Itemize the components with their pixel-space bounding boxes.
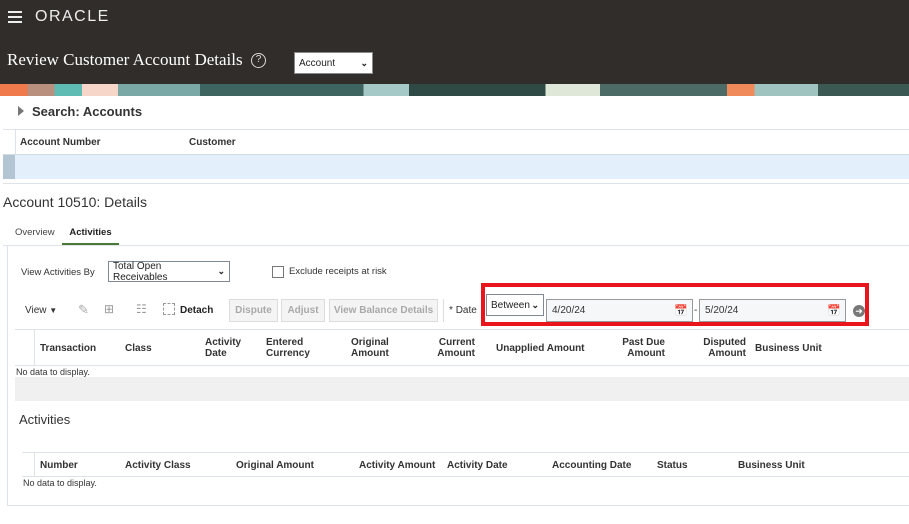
chevron-down-icon: ⌄ (360, 57, 368, 68)
calendar-icon[interactable]: 📅 (674, 304, 688, 317)
column-header[interactable]: Status (657, 460, 688, 471)
row-selector[interactable] (3, 155, 15, 179)
column-header[interactable]: Business Unit (738, 460, 805, 471)
column-header[interactable]: Unapplied Amount (496, 343, 585, 354)
view-select[interactable]: Account ⌄ (294, 52, 373, 74)
column-header[interactable]: Activity Date (205, 337, 245, 359)
expand-icon[interactable] (18, 106, 24, 116)
column-header[interactable]: Accounting Date (552, 460, 631, 471)
date-from-value: 4/20/24 (552, 305, 586, 316)
view-menu[interactable]: View ▼ (25, 305, 57, 316)
dispute-button[interactable]: Dispute (229, 299, 278, 322)
detach-icon[interactable] (163, 303, 175, 315)
date-to-input[interactable]: 5/20/24 📅 (699, 299, 846, 322)
table-footer (15, 377, 909, 401)
filter-icon[interactable]: ☷ (136, 302, 147, 316)
chevron-down-icon: ⌄ (531, 299, 539, 310)
activities-title: Activities (19, 412, 71, 427)
view-by-select[interactable]: Total Open Receivables ⌄ (108, 260, 230, 283)
tab-overview[interactable]: Overview (15, 227, 55, 238)
detach-button[interactable]: Detach (180, 305, 213, 316)
empty-message: No data to display. (23, 478, 97, 488)
column-header[interactable]: Transaction (40, 343, 96, 354)
view-balance-details-button[interactable]: View Balance Details (329, 299, 438, 322)
column-header[interactable]: Business Unit (755, 343, 822, 354)
column-header[interactable]: Entered Currency (266, 337, 316, 359)
chevron-down-icon: ⌄ (217, 266, 225, 276)
adjust-button[interactable]: Adjust (281, 299, 325, 322)
column-header[interactable]: Original Amount (351, 337, 396, 359)
caret-down-icon: ▼ (49, 306, 58, 315)
oracle-logo: ORACLE (35, 8, 110, 25)
selected-row[interactable] (3, 154, 909, 179)
view-by-label: View Activities By (21, 267, 95, 278)
column-header[interactable]: Current Amount (430, 337, 475, 359)
column-header[interactable]: Past Due Amount (615, 337, 665, 359)
help-icon[interactable]: ? (251, 53, 266, 68)
go-arrow-icon[interactable]: ➜ (853, 305, 865, 317)
column-header[interactable]: Original Amount (236, 460, 314, 471)
date-from-input[interactable]: 4/20/24 📅 (546, 299, 693, 322)
edit-icon[interactable]: ✎ (78, 302, 89, 318)
exclude-checkbox[interactable] (272, 266, 284, 278)
date-label: * Date (449, 305, 477, 316)
required-marker: * (449, 305, 453, 316)
column-header[interactable]: Disputed Amount (696, 337, 746, 359)
date-separator: - (694, 305, 698, 316)
date-label-text: Date (455, 305, 477, 316)
column-header[interactable]: Class (125, 343, 152, 354)
freeze-icon[interactable]: ⊞ (104, 302, 114, 316)
top-bar (0, 0, 909, 84)
details-title: Account 10510: Details (3, 194, 147, 210)
column-header[interactable]: Activity Amount (359, 460, 435, 471)
view-by-value: Total Open Receivables (113, 260, 168, 283)
calendar-icon[interactable]: 📅 (827, 304, 841, 317)
hamburger-menu-icon[interactable] (8, 11, 22, 23)
search-title[interactable]: Search: Accounts (32, 104, 142, 119)
column-header[interactable]: Activity Date (447, 460, 508, 471)
column-header[interactable]: Account Number (20, 137, 101, 148)
empty-message: No data to display. (16, 367, 90, 377)
date-operator-select[interactable]: Between ⌄ (486, 294, 544, 316)
exclude-label: Exclude receipts at risk (289, 266, 387, 277)
column-header[interactable]: Number (40, 460, 78, 471)
tab-activities[interactable]: Activities (62, 227, 119, 245)
operator-value: Between (491, 299, 530, 311)
column-header[interactable]: Activity Class (125, 460, 191, 471)
view-label: View (25, 305, 47, 316)
page-title: Review Customer Account Details (7, 50, 243, 69)
date-to-value: 5/20/24 (705, 305, 739, 316)
decorative-banner (0, 84, 909, 96)
view-select-value: Account (299, 57, 336, 69)
column-header[interactable]: Customer (189, 137, 236, 148)
